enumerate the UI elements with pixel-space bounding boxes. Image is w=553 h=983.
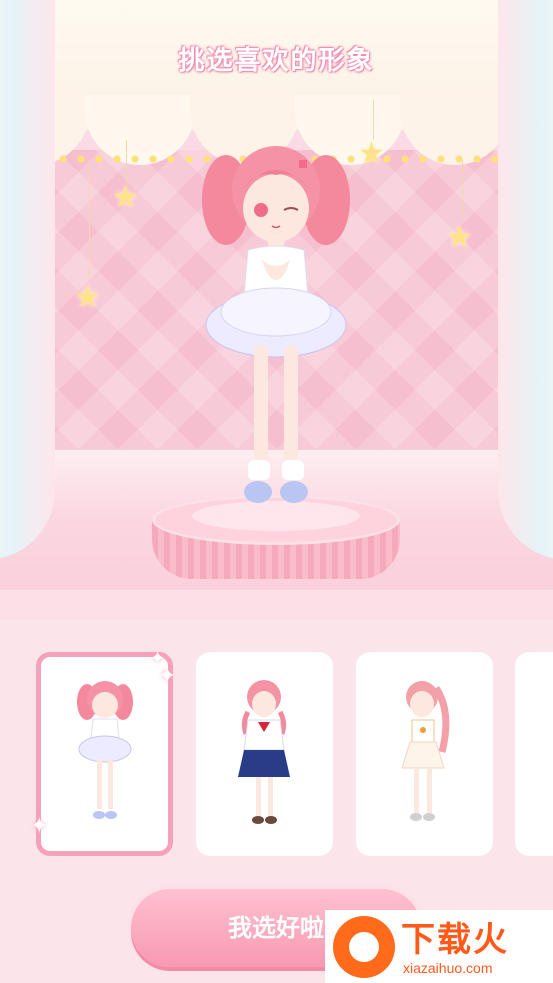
star-icon: ★ xyxy=(446,220,473,255)
character-thumbnail xyxy=(401,681,450,821)
character-card[interactable] xyxy=(356,652,493,856)
star-icon: ★ xyxy=(358,136,385,171)
stage-scene: ★ ★ ★ ★ 挑选喜欢的形象 xyxy=(0,0,553,620)
sparkle-icon: ✦ xyxy=(30,814,49,839)
star-string xyxy=(462,160,463,220)
watermark-site: xiazaihuo.com xyxy=(403,960,493,976)
page-title: 挑选喜欢的形象 xyxy=(178,46,375,76)
character-thumbnail xyxy=(77,681,133,819)
watermark-brand: 下载火 xyxy=(401,920,509,960)
sparkle-icon: ✦ xyxy=(158,664,177,689)
character-card-partial[interactable] xyxy=(515,652,553,856)
star-string xyxy=(373,100,374,140)
star-icon: ★ xyxy=(74,280,101,315)
character-card-selected[interactable] xyxy=(36,652,173,856)
curtain-right xyxy=(498,0,553,560)
star-string xyxy=(89,160,90,280)
star-icon: ★ xyxy=(112,180,139,215)
watermark: 下载火 xiazaihuo.com xyxy=(325,910,553,983)
character-card[interactable] xyxy=(196,652,333,856)
stage-edge xyxy=(0,590,553,620)
character-thumbnail xyxy=(238,680,290,824)
star-string xyxy=(126,140,127,185)
fire-logo-icon xyxy=(333,916,395,978)
curtain-left xyxy=(0,0,55,560)
character-preview xyxy=(202,146,350,503)
